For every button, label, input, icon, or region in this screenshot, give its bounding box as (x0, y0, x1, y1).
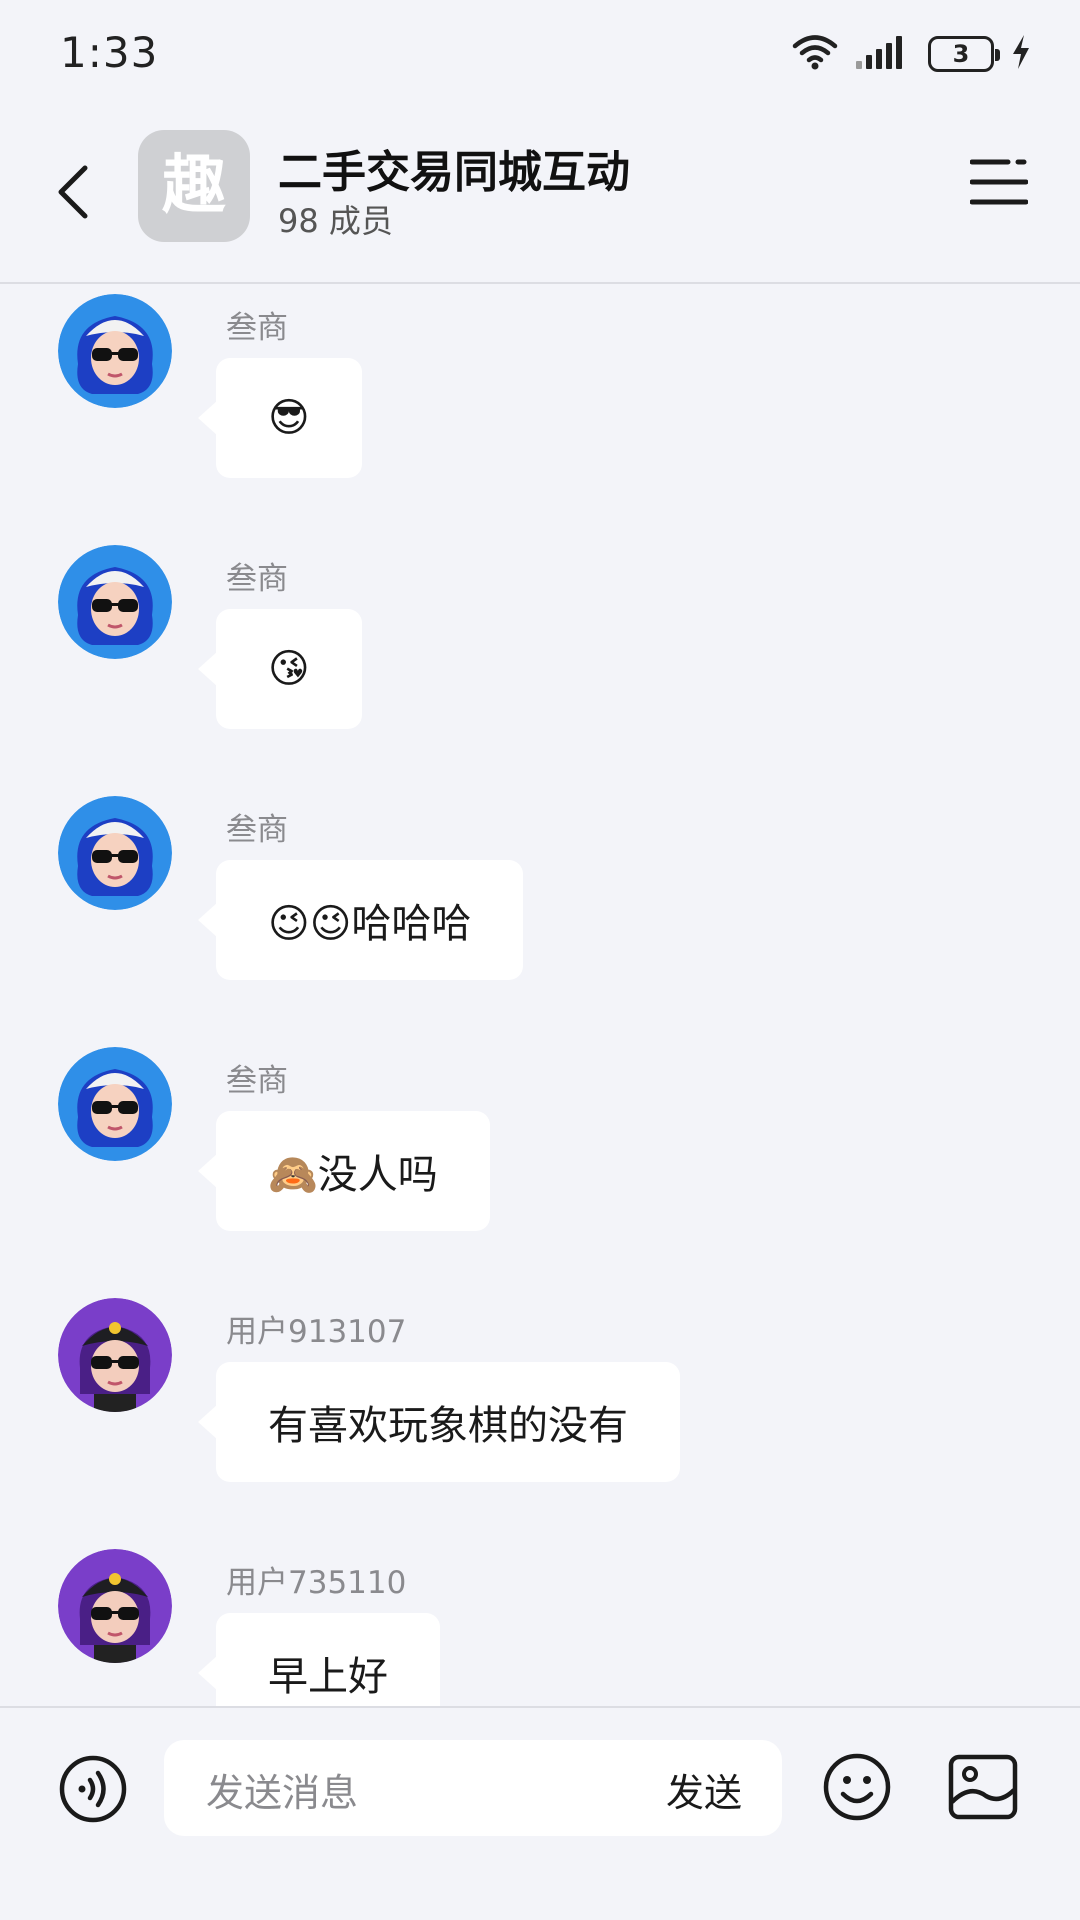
voice-button[interactable] (58, 1754, 128, 1824)
purple-hair-avatar[interactable] (58, 1298, 172, 1412)
status-time: 1:33 (60, 28, 159, 77)
group-member-count: 98 成员 (278, 202, 393, 240)
group-title[interactable]: 二手交易同城互动 (278, 136, 630, 200)
message-bubble[interactable]: 🙈没人吗 (198, 1111, 490, 1231)
image-icon (948, 1754, 1018, 1820)
blue-hair-avatar[interactable] (58, 1047, 172, 1161)
group-avatar-glyph: 趣 (162, 149, 226, 223)
status-icons: 3 (792, 30, 1032, 78)
message-bubble[interactable]: 有喜欢玩象棋的没有 (198, 1362, 680, 1482)
back-button[interactable] (48, 152, 98, 232)
sender-name: 叁商 (226, 310, 288, 346)
sender-name: 用户735110 (226, 1565, 407, 1601)
signal-icon (854, 33, 912, 75)
charging-icon (1010, 33, 1032, 75)
group-avatar[interactable]: 趣 (138, 130, 250, 242)
message-bubble[interactable]: 早上好 (198, 1613, 440, 1706)
message-list[interactable]: 叁商 😎 叁商 😘 叁商 😉😉哈哈哈 叁商 🙈没人吗 用户913107 有喜欢玩… (0, 286, 1080, 1706)
menu-button[interactable] (969, 154, 1029, 210)
image-button[interactable] (948, 1754, 1018, 1820)
chevron-left-icon (58, 165, 88, 219)
message-bubble[interactable]: 😎 (198, 358, 362, 478)
sender-name: 叁商 (226, 561, 288, 597)
chat-header: 趣 二手交易同城互动 98 成员 (0, 110, 1080, 284)
message-bubble[interactable]: 😘 (198, 609, 362, 729)
smiley-icon (823, 1753, 891, 1821)
composer-bar: 发送消息 发送 (0, 1706, 1080, 1920)
purple-hair-avatar[interactable] (58, 1549, 172, 1663)
blue-hair-avatar[interactable] (58, 796, 172, 910)
message-input-placeholder: 发送消息 (206, 1771, 359, 1815)
message-bubble[interactable]: 😉😉哈哈哈 (197, 860, 524, 980)
voice-icon (59, 1755, 127, 1823)
battery-icon: 3 (928, 36, 1000, 72)
sender-name: 叁商 (226, 1063, 288, 1099)
message-input[interactable]: 发送消息 发送 (164, 1740, 782, 1836)
battery-level: 3 (952, 40, 970, 68)
send-button[interactable]: 发送 (666, 1762, 742, 1817)
sender-name: 叁商 (226, 812, 288, 848)
sender-name: 用户913107 (226, 1314, 407, 1350)
wifi-icon (792, 33, 838, 75)
emoji-button[interactable] (822, 1752, 892, 1822)
menu-icon (969, 159, 1029, 205)
status-bar: 1:33 3 (0, 0, 1080, 110)
blue-hair-avatar[interactable] (58, 545, 172, 659)
blue-hair-avatar[interactable] (58, 294, 172, 408)
